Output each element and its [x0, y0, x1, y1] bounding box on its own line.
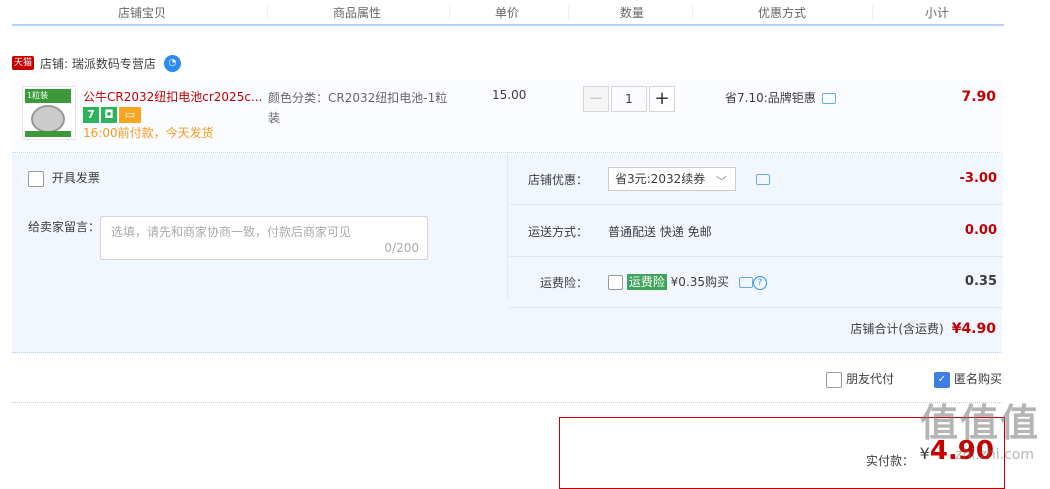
col-subtotal: 小计 — [924, 6, 949, 20]
shop-name[interactable]: 店铺: 瑞派数码专营店 — [40, 55, 156, 72]
shipping-value: 普通配送 快递 免邮 — [608, 225, 712, 239]
memo-label: 给卖家留言： — [28, 220, 101, 234]
invoice-label: 开具发票 — [51, 171, 100, 185]
col-shop: 店铺宝贝 — [117, 6, 166, 20]
guarantee-icon: ◘ — [101, 107, 117, 123]
order-options-left: 开具发票 给卖家留言： 选填，请先和商家协商一致，付款后商家可见 0/200 — [12, 154, 507, 300]
pay-label: 实付款： — [865, 454, 914, 468]
watermark-site: zhi.zhi.com — [954, 447, 1034, 463]
promo-text: 省7.10:品牌钜惠 — [725, 91, 816, 105]
bottom-options: 朋友代付 ✓ 匿名购买 — [12, 368, 1002, 388]
memo-textarea[interactable]: 选填，请先和商家协商一致，付款后商家可见 0/200 — [100, 216, 428, 260]
shop-total: 店铺合计(含运费) ¥4.90 — [850, 320, 996, 337]
coupon-amount: -3.00 — [959, 171, 997, 186]
insurance-checkbox[interactable] — [608, 275, 623, 290]
insurance-label: 运费险： — [539, 276, 588, 290]
order-options-right: 店铺优惠： 省3元:2032续券 ﹀ -3.00 运送方式： 普通配送 快递 免… — [507, 154, 1003, 308]
product-props: 颜色分类：CR2032纽扣电池-1粒装 — [268, 91, 448, 125]
memo-placeholder: 选填，请先和商家协商一致，付款后商家可见 — [111, 225, 352, 239]
message-icon[interactable] — [821, 93, 836, 104]
seven-day-return-icon: 7 — [83, 107, 99, 123]
tmall-badge: 天猫 — [12, 56, 35, 70]
invoice-option[interactable]: 开具发票 — [28, 169, 100, 187]
anonymous-buy-option[interactable]: ✓ 匿名购买 — [934, 370, 1002, 388]
shipping-row: 运送方式： 普通配送 快递 免邮 0.00 — [508, 206, 1003, 257]
cart-item-row: 1粒装 公牛CR2032纽扣电池cr2025c... 7 ◘ ▭ 16:00前付… — [12, 80, 1002, 153]
col-price: 单价 — [494, 6, 519, 20]
thumbnail-label: 1粒装 — [25, 89, 71, 103]
memo-counter: 0/200 — [384, 241, 419, 255]
friend-pay-label: 朋友代付 — [846, 372, 895, 386]
watermark-logo: 值值值 — [919, 401, 1040, 445]
shop-line: 天猫 店铺: 瑞派数码专营店 ◔ — [12, 54, 181, 72]
message-icon[interactable] — [738, 277, 753, 288]
coupon-select[interactable]: 省3元:2032续券 ﹀ — [608, 167, 736, 191]
col-promo: 优惠方式 — [757, 6, 806, 20]
insurance-option[interactable]: 运费险 ¥0.35购买 ? — [608, 273, 767, 290]
qty-input[interactable]: 1 — [611, 86, 647, 112]
shipping-label: 运送方式： — [527, 225, 588, 239]
unit-price: 15.00 — [492, 88, 527, 102]
shipping-amount: 0.00 — [964, 223, 997, 238]
coupon-value: 省3元:2032续券 — [615, 172, 706, 186]
insurance-tag: 运费险 — [626, 274, 667, 290]
invoice-checkbox[interactable] — [28, 170, 44, 187]
coupon-row: 店铺优惠： 省3元:2032续券 ﹀ -3.00 — [508, 154, 1003, 205]
order-options: 开具发票 给卖家留言： 选填，请先和商家协商一致，付款后商家可见 0/200 店… — [12, 154, 1003, 353]
coupon-label: 店铺优惠： — [527, 173, 588, 187]
shop-total-value: ¥4.90 — [951, 321, 996, 337]
delivery-promise: 16:00前付款，今天发货 — [83, 126, 214, 140]
qty-decrease-button[interactable]: − — [583, 86, 609, 112]
insurance-row: 运费险： 运费险 ¥0.35购买 ? 0.35 — [508, 257, 1003, 308]
help-icon[interactable]: ? — [752, 275, 767, 290]
anonymous-buy-checkbox[interactable]: ✓ — [934, 371, 950, 388]
friend-pay-checkbox[interactable] — [826, 371, 842, 388]
shop-total-label: 店铺合计(含运费) — [850, 322, 944, 336]
col-props: 商品属性 — [332, 6, 381, 20]
column-header: 店铺宝贝 商品属性 单价 数量 优惠方式 小计 — [12, 0, 1004, 26]
insurance-amount: 0.35 — [964, 274, 997, 289]
anonymous-buy-label: 匿名购买 — [954, 372, 1003, 386]
col-qty: 数量 — [619, 6, 644, 20]
battery-image — [31, 105, 65, 133]
promo-info: 省7.10:品牌钜惠 — [725, 89, 836, 106]
item-subtotal: 7.90 — [961, 89, 996, 105]
friend-pay-option[interactable]: 朋友代付 — [826, 370, 894, 388]
service-badges: 7 ◘ ▭ — [83, 107, 141, 123]
product-title[interactable]: 公牛CR2032纽扣电池cr2025c... — [83, 88, 262, 105]
message-icon[interactable] — [756, 174, 770, 185]
chevron-down-icon: ﹀ — [716, 175, 727, 188]
credit-card-icon: ▭ — [119, 107, 141, 123]
divider — [12, 402, 1002, 403]
quantity-stepper: − 1 + — [583, 86, 675, 112]
qty-increase-button[interactable]: + — [649, 86, 675, 112]
product-thumbnail[interactable]: 1粒装 — [22, 86, 76, 140]
wangwang-chat-icon[interactable]: ◔ — [163, 54, 181, 72]
insurance-value: ¥0.35购买 — [670, 275, 730, 289]
